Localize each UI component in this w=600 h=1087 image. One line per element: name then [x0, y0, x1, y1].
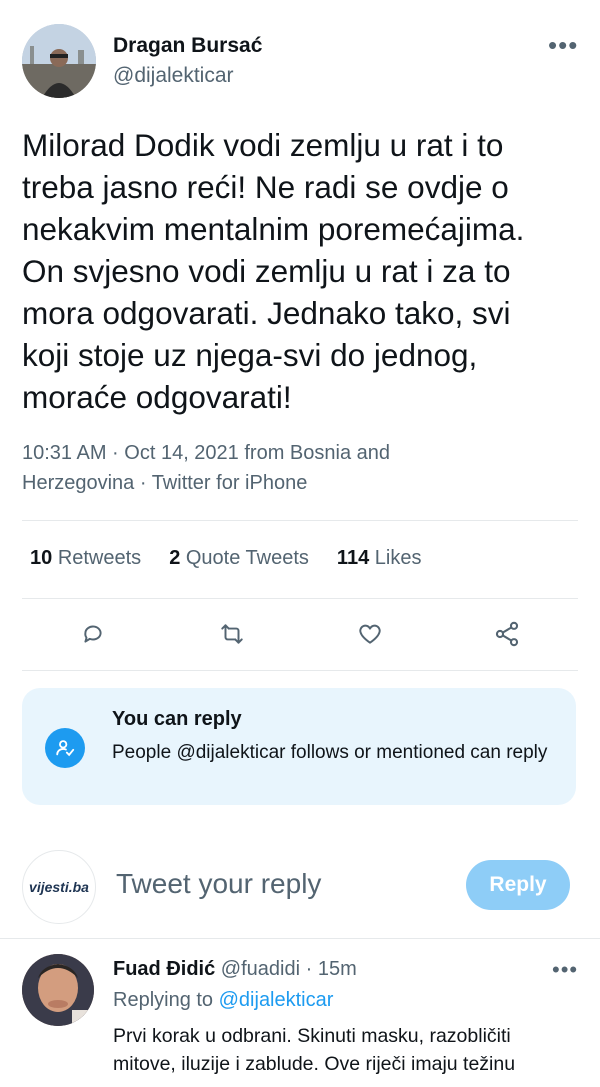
tweet-stats: 10 Retweets 2 Quote Tweets 114 Likes	[30, 547, 421, 570]
divider	[22, 598, 578, 599]
likes-stat[interactable]: 114 Likes	[337, 547, 422, 570]
retweets-stat[interactable]: 10 Retweets	[30, 547, 141, 570]
author-name[interactable]: Dragan Bursać	[113, 34, 262, 58]
retweet-icon[interactable]	[212, 614, 252, 654]
divider	[22, 520, 578, 521]
reply-author-avatar[interactable]	[22, 954, 94, 1026]
replying-to-handle[interactable]: @dijalekticar	[219, 989, 334, 1011]
mention-user-icon	[45, 728, 85, 768]
tweet-meta: 10:31 AM · Oct 14, 2021 from Bosnia and …	[22, 442, 390, 494]
divider	[22, 670, 578, 671]
replying-to: Replying to @dijalekticar	[113, 989, 334, 1011]
quote-tweets-stat[interactable]: 2 Quote Tweets	[169, 547, 309, 570]
composer-avatar[interactable]: vijesti.ba	[22, 850, 96, 924]
reply-permission-description: People @dijalekticar follows or mentione…	[112, 742, 548, 763]
action-bar	[0, 614, 600, 654]
author-handle[interactable]: @dijalekticar	[113, 64, 234, 88]
reply-permission-title: You can reply	[112, 708, 242, 730]
reply-icon[interactable]	[73, 614, 113, 654]
reply-text: Prvi korak u odbrani. Skinuti masku, raz…	[113, 1025, 516, 1075]
reply-button[interactable]: Reply	[466, 860, 570, 910]
reply-author[interactable]: Fuad Đidić @fuadidi · 15m	[113, 958, 357, 981]
more-icon[interactable]: •••	[552, 959, 578, 981]
reply-author-handle[interactable]: @fuadidi	[221, 958, 300, 980]
more-icon[interactable]: •••	[548, 32, 578, 58]
author-avatar[interactable]	[22, 24, 96, 98]
heart-icon[interactable]	[350, 614, 390, 654]
divider	[0, 938, 600, 939]
reply-input[interactable]: Tweet your reply	[116, 868, 321, 900]
share-icon[interactable]	[487, 614, 527, 654]
reply-author-name[interactable]: Fuad Đidić	[113, 958, 215, 980]
reply-time: · 15m	[305, 958, 357, 980]
tweet-text: Milorad Dodik vodi zemlju u rat i to tre…	[22, 127, 525, 415]
vijesti-logo: vijesti.ba	[29, 879, 89, 895]
